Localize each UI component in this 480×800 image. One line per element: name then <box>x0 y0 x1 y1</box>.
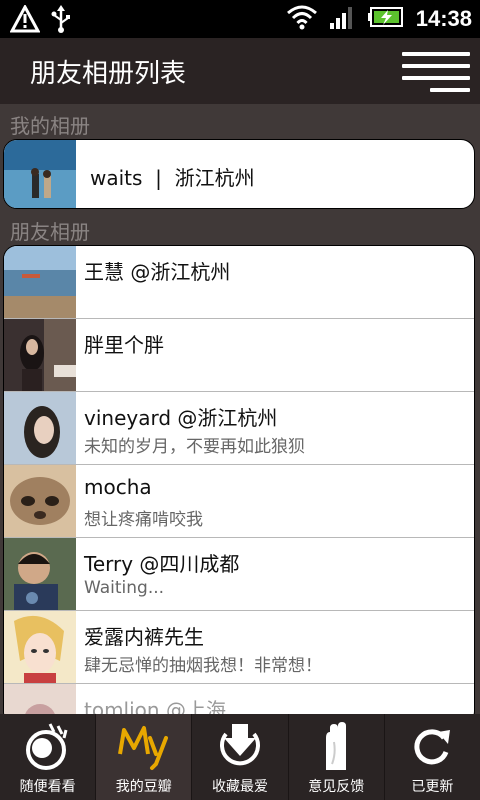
friend-thumbnail <box>4 465 76 537</box>
usb-icon <box>50 5 72 37</box>
friend-album-card: 王慧 @浙江杭州 胖里个胖 vineyard @浙江杭州 未知的岁月，不要再如此… <box>3 245 475 714</box>
warning-icon <box>9 3 41 37</box>
friend-thumbnail <box>4 684 76 714</box>
friend-name: 爱露内裤先生 <box>84 625 204 649</box>
friend-status: Waiting... <box>84 578 165 598</box>
list-item[interactable]: 爱露内裤先生 肆无忌惮的抽烟我想！非常想！ <box>4 611 474 684</box>
list-item[interactable]: 胖里个胖 <box>4 319 474 392</box>
my-douban-icon <box>116 720 172 772</box>
friend-thumbnail <box>4 392 76 464</box>
download-favorite-icon <box>212 720 268 772</box>
refresh-icon <box>404 720 460 772</box>
page-title: 朋友相册列表 <box>30 59 187 89</box>
friend-status: 想让疼痛啃咬我 <box>84 510 203 530</box>
menu-line <box>402 76 470 80</box>
friend-thumbnail <box>4 538 76 610</box>
my-album-card[interactable]: waits | 浙江杭州 <box>3 139 475 209</box>
nav-label: 意见反馈 <box>308 779 365 795</box>
wifi-icon <box>286 4 318 34</box>
list-item[interactable]: tomlion @上海 <box>4 684 474 714</box>
friend-name: 胖里个胖 <box>84 333 164 357</box>
my-album-thumbnail <box>4 140 76 208</box>
nav-item-my-douban[interactable]: 我的豆瓣 <box>96 714 193 800</box>
section-label-friend-albums: 朋友相册 <box>10 220 90 244</box>
list-item[interactable]: Terry @四川成都 Waiting... <box>4 538 474 611</box>
menu-button[interactable] <box>400 50 470 94</box>
battery-icon <box>367 6 404 32</box>
nav-label: 随便看看 <box>19 779 76 795</box>
menu-line <box>402 52 470 56</box>
title-bar: 朋友相册列表 <box>0 38 480 104</box>
friend-name: mocha <box>84 475 152 499</box>
friend-name: Terry @四川成都 <box>84 552 240 576</box>
friend-name: vineyard @浙江杭州 <box>84 406 278 430</box>
friend-name: tomlion @上海 <box>84 698 226 714</box>
camera-lens-icon <box>20 720 76 772</box>
nav-label: 收藏最爱 <box>212 779 268 795</box>
friend-thumbnail <box>4 611 76 683</box>
hand-icon <box>308 720 364 772</box>
signal-icon <box>329 5 356 33</box>
list-item[interactable]: 王慧 @浙江杭州 <box>4 246 474 319</box>
friend-thumbnail <box>4 319 76 391</box>
section-label-my-albums: 我的相册 <box>10 114 90 138</box>
nav-label: 已更新 <box>411 779 454 795</box>
nav-item-random-browse[interactable]: 随便看看 <box>0 714 97 800</box>
friend-name: 王慧 @浙江杭州 <box>84 260 231 284</box>
my-album-owner: waits | 浙江杭州 <box>90 166 255 190</box>
nav-label: 我的豆瓣 <box>115 779 172 795</box>
album-list[interactable]: 我的相册 waits | 浙江杭州 朋友相册 王慧 @浙江杭州 胖里个胖 vin… <box>0 104 480 714</box>
friend-status: 未知的岁月，不要再如此狼狈 <box>84 437 305 457</box>
bottom-nav: 随便看看 我的豆瓣 收藏最爱 意见反馈 已更新 <box>0 714 480 800</box>
nav-item-favorites[interactable]: 收藏最爱 <box>192 714 289 800</box>
friend-status: 肆无忌惮的抽烟我想！非常想！ <box>84 656 322 676</box>
menu-line <box>402 64 470 68</box>
menu-line <box>430 88 470 92</box>
list-item[interactable]: mocha 想让疼痛啃咬我 <box>4 465 474 538</box>
status-time: 14:38 <box>415 6 472 31</box>
friend-thumbnail <box>4 246 76 318</box>
status-bar: 14:38 <box>0 0 480 38</box>
list-item[interactable]: vineyard @浙江杭州 未知的岁月，不要再如此狼狈 <box>4 392 474 465</box>
nav-item-refresh[interactable]: 已更新 <box>385 714 480 800</box>
nav-item-feedback[interactable]: 意见反馈 <box>289 714 385 800</box>
